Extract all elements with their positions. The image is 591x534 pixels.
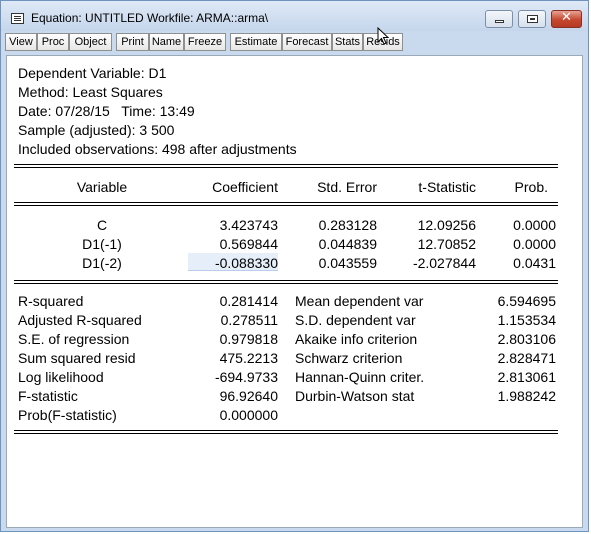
table-rule <box>14 164 558 165</box>
table-rule <box>14 167 558 168</box>
close-button[interactable]: ✕ <box>551 10 582 28</box>
sample-line: Sample (adjusted): 3 500 <box>18 122 175 138</box>
stat-value[interactable]: 2.813061 <box>447 369 556 385</box>
stat-value[interactable]: 475.2213 <box>177 350 278 366</box>
equation-window: Equation: UNTITLED Workfile: ARMA::arma\… <box>0 0 589 532</box>
minimize-icon <box>495 20 504 23</box>
forecast-button[interactable]: Forecast <box>282 33 332 51</box>
name-button[interactable]: Name <box>149 33 184 51</box>
table-cell-coefficient[interactable]: 3.423743 <box>177 217 278 233</box>
freeze-button[interactable]: Freeze <box>184 33 226 51</box>
stat-label: S.E. of regression <box>18 331 130 347</box>
stat-label: Prob(F-statistic) <box>18 407 117 423</box>
column-header-coefficient: Coefficient <box>212 179 278 195</box>
stat-value[interactable]: 96.92640 <box>177 388 278 404</box>
minimize-button[interactable] <box>485 10 513 28</box>
dependent-variable-line: Dependent Variable: D1 <box>18 65 167 81</box>
table-rule <box>14 430 558 431</box>
stats-button[interactable]: Stats <box>332 33 363 51</box>
stat-label: Schwarz criterion <box>295 350 403 366</box>
date-line: Date: 07/28/15 Time: 13:49 <box>18 103 195 119</box>
table-cell-std-error[interactable]: 0.044839 <box>279 236 377 252</box>
table-cell-std-error[interactable]: 0.283128 <box>279 217 377 233</box>
table-rule <box>14 202 558 203</box>
table-cell-variable: D1(-2) <box>82 255 122 271</box>
stat-value[interactable]: 1.988242 <box>447 388 556 404</box>
stat-label: Sum squared resid <box>18 350 136 366</box>
equation-window-icon[interactable] <box>11 13 24 24</box>
table-cell-t-statistic[interactable]: 12.09256 <box>377 217 476 233</box>
print-button[interactable]: Print <box>116 33 149 51</box>
table-cell-coefficient[interactable]: 0.569844 <box>177 236 278 252</box>
close-icon: ✕ <box>561 10 572 25</box>
column-header-std-error: Std. Error <box>317 179 377 195</box>
object-button[interactable]: Object <box>69 33 112 51</box>
table-cell-prob[interactable]: 0.0000 <box>477 236 556 252</box>
column-header-variable: Variable <box>76 179 128 195</box>
table-cell-prob[interactable]: 0.0431 <box>477 255 556 271</box>
stat-value[interactable]: 0.278511 <box>177 312 278 328</box>
stat-label: Mean dependent var <box>295 293 424 309</box>
maximize-icon <box>527 15 538 23</box>
stat-value[interactable]: 2.828471 <box>447 350 556 366</box>
estimate-button[interactable]: Estimate <box>230 33 282 51</box>
table-rule <box>14 280 558 281</box>
mouse-cursor-icon <box>377 27 389 45</box>
stat-value[interactable]: 0.979818 <box>177 331 278 347</box>
table-cell-t-statistic[interactable]: 12.70852 <box>377 236 476 252</box>
stat-label: Adjusted R-squared <box>18 312 142 328</box>
toolbar: View Proc Object Print Name Freeze Estim… <box>1 31 588 53</box>
stat-label: Hannan-Quinn criter. <box>295 369 425 385</box>
proc-button[interactable]: Proc <box>37 33 69 51</box>
stat-value[interactable]: 6.594695 <box>447 293 556 309</box>
included-observations-line: Included observations: 498 after adjustm… <box>18 141 297 157</box>
view-button[interactable]: View <box>5 33 37 51</box>
title-bar[interactable]: Equation: UNTITLED Workfile: ARMA::arma\… <box>1 1 588 31</box>
workfile-label: Workfile: ARMA::arma\ <box>147 11 269 25</box>
table-rule <box>14 283 558 284</box>
table-cell-variable: C <box>96 217 108 233</box>
table-cell-coefficient-selected[interactable]: -0.088330 <box>177 255 278 271</box>
stat-label: S.D. dependent var <box>295 312 416 328</box>
stat-value[interactable]: 1.153534 <box>447 312 556 328</box>
stat-value[interactable]: 2.803106 <box>447 331 556 347</box>
table-cell-std-error[interactable]: 0.043559 <box>279 255 377 271</box>
stat-label: F-statistic <box>18 388 78 404</box>
table-cell-variable: D1(-1) <box>82 236 122 252</box>
method-line: Method: Least Squares <box>18 84 163 100</box>
table-rule <box>14 205 558 206</box>
stat-value[interactable]: 0.281414 <box>177 293 278 309</box>
estimation-output: Dependent Variable: D1 Method: Least Squ… <box>6 55 583 528</box>
stat-label: Akaike info criterion <box>295 331 418 347</box>
maximize-button[interactable] <box>518 10 546 28</box>
stat-label: Log likelihood <box>18 369 104 385</box>
table-cell-t-statistic[interactable]: -2.027844 <box>377 255 476 271</box>
stat-value[interactable]: -694.9733 <box>177 369 278 385</box>
column-header-t-statistic: t-Statistic <box>418 179 476 195</box>
stat-label: Durbin-Watson stat <box>295 388 415 404</box>
window-title: Equation: UNTITLED <box>31 11 144 25</box>
stat-label: R-squared <box>18 293 84 309</box>
stat-value[interactable]: 0.000000 <box>177 407 278 423</box>
table-cell-prob[interactable]: 0.0000 <box>477 217 556 233</box>
column-header-prob: Prob. <box>514 179 548 195</box>
table-rule <box>14 433 558 434</box>
